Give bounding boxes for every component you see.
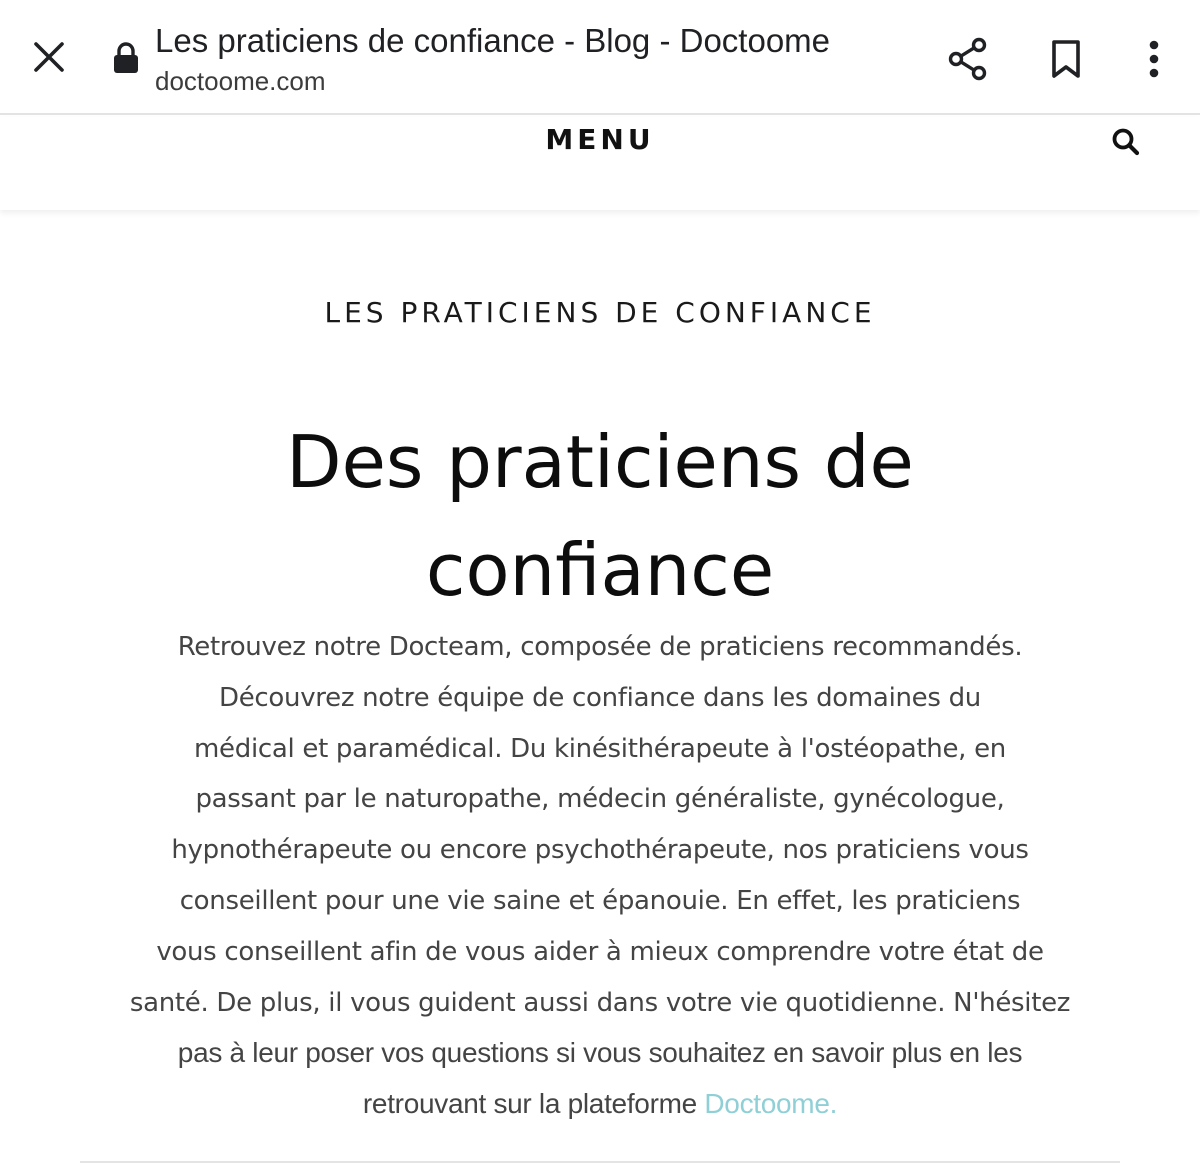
more-vert-icon[interactable] — [1128, 33, 1180, 85]
share-icon[interactable] — [942, 33, 994, 85]
close-icon[interactable] — [24, 32, 74, 82]
body-line: vous conseillent afin de vous aider à mi… — [156, 936, 1044, 967]
body-line: Retrouvez notre Docteam, composée de pra… — [177, 632, 1023, 662]
body-line: pas à leur poser vos questions si vous s… — [177, 1037, 1023, 1069]
bookmark-icon[interactable] — [1040, 33, 1092, 85]
body-line: Découvrez notre équipe de confiance dans… — [219, 682, 981, 713]
browser-toolbar: Les praticiens de confiance - Blog - Doc… — [0, 0, 1200, 115]
body-line: santé. De plus, il vous guident aussi da… — [129, 987, 1071, 1018]
body-line: passant par le naturopathe, médecin géné… — [195, 784, 1005, 815]
article-title-line-1: Des praticiens de — [286, 420, 914, 504]
article-title-line-2: confiance — [425, 528, 775, 612]
doctoome-link[interactable]: Doctoome. — [704, 1088, 837, 1119]
page-title: Les praticiens de confiance - Blog - Doc… — [155, 22, 831, 59]
divider — [80, 1161, 1120, 1163]
body-line-last: retrouvant sur la plateforme Doctoome. — [80, 1079, 1120, 1130]
article-category[interactable]: LES PRATICIENS DE CONFIANCE — [0, 296, 1200, 329]
body-line-text: retrouvant sur la plateforme — [362, 1088, 705, 1120]
page-url[interactable]: doctoome.com — [155, 66, 326, 97]
article-body: Retrouvez notre Docteam, composée de pra… — [80, 622, 1120, 1130]
menu-label: MENU — [545, 123, 655, 156]
article-title: Des praticiens de confiance — [150, 408, 1050, 624]
site-header: MENU — [0, 117, 1200, 210]
search-icon[interactable] — [1106, 122, 1146, 162]
menu-button[interactable]: MENU — [0, 123, 1200, 156]
body-line: médical et paramédical. Du kinésithérape… — [194, 733, 1006, 764]
body-line: conseillent pour une vie saine et épanou… — [179, 885, 1021, 916]
body-line: hypnothérapeute ou encore psychothérapeu… — [171, 835, 1029, 866]
lock-icon — [112, 42, 140, 74]
